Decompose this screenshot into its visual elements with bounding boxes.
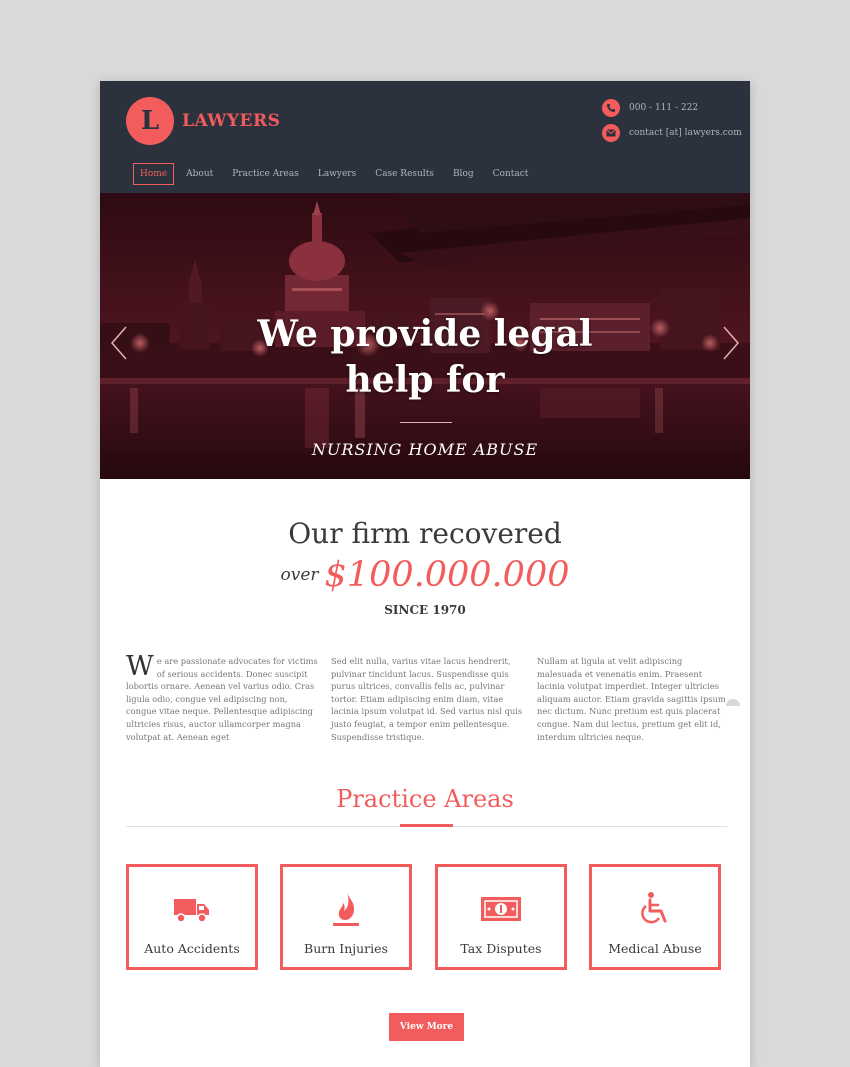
nav-item-contact[interactable]: Contact bbox=[486, 163, 536, 185]
practice-card-tax-disputes[interactable]: Tax Disputes bbox=[435, 864, 567, 970]
hero-slider: We provide legal help for NURSING HOME A… bbox=[100, 193, 750, 479]
contact-email: contact [at] lawyers.com bbox=[602, 124, 742, 142]
nav-item-practice-areas[interactable]: Practice Areas bbox=[225, 163, 306, 185]
hero-headline: We provide legal help for bbox=[100, 311, 750, 403]
side-scroll-tab[interactable] bbox=[726, 699, 740, 706]
stats-amount-row: over $100.000.000 bbox=[100, 555, 750, 595]
envelope-icon bbox=[602, 124, 620, 142]
phone-number[interactable]: 000 - 111 - 222 bbox=[629, 103, 698, 113]
nav-item-home[interactable]: Home bbox=[133, 163, 175, 185]
view-more-button[interactable]: View More bbox=[389, 1013, 464, 1041]
intro-column-3: Nullam at ligula at velit adipiscing mal… bbox=[537, 656, 726, 742]
nav-item-about[interactable]: About bbox=[179, 163, 220, 185]
truck-icon bbox=[174, 899, 209, 923]
stats-headline: Our firm recovered bbox=[288, 517, 562, 550]
nav-item-case-results[interactable]: Case Results bbox=[368, 163, 441, 185]
contact-phone: 000 - 111 - 222 bbox=[602, 99, 698, 117]
phone-icon bbox=[602, 99, 620, 117]
practice-card-auto-accidents[interactable]: Auto Accidents bbox=[126, 864, 258, 970]
site-header: L LAWYERS 000 - 111 - 222 contact [at] l… bbox=[100, 81, 750, 193]
nav-item-lawyers[interactable]: Lawyers bbox=[311, 163, 363, 185]
practice-card-medical-abuse[interactable]: Medical Abuse bbox=[589, 864, 721, 970]
wheelchair-icon bbox=[641, 892, 667, 924]
hero-headline-line1: We provide legal bbox=[257, 313, 593, 355]
money-icon bbox=[481, 897, 521, 921]
practice-card-label: Medical Abuse bbox=[608, 941, 702, 956]
hero-subtitle: NURSING HOME ABUSE bbox=[311, 440, 539, 459]
practice-card-burn-injuries[interactable]: Burn Injuries bbox=[280, 864, 412, 970]
intro-column-1: We are passionate advocates for victims … bbox=[126, 651, 318, 743]
practice-areas-title: Practice Areas bbox=[336, 785, 514, 813]
logo-letter: L bbox=[140, 106, 160, 136]
page: L LAWYERS 000 - 111 - 222 contact [at] l… bbox=[100, 81, 750, 1067]
section-divider-accent bbox=[400, 824, 453, 827]
practice-card-label: Auto Accidents bbox=[144, 941, 240, 956]
hero-headline-line2: help for bbox=[345, 359, 505, 401]
main-nav: Home About Practice Areas Lawyers Case R… bbox=[133, 163, 540, 185]
intro-column-1-text: e are passionate advocates for victims o… bbox=[126, 656, 318, 742]
intro-column-2: Sed elit nulla, varius vitae lacus hendr… bbox=[331, 656, 523, 742]
stats-prefix: over bbox=[280, 565, 319, 585]
hero-divider bbox=[400, 422, 452, 423]
practice-card-label: Tax Disputes bbox=[460, 941, 542, 956]
practice-card-label: Burn Injuries bbox=[304, 941, 388, 956]
logo-badge[interactable]: L bbox=[126, 97, 174, 145]
nav-item-blog[interactable]: Blog bbox=[446, 163, 481, 185]
email-address[interactable]: contact [at] lawyers.com bbox=[629, 128, 742, 138]
dropcap: W bbox=[126, 651, 154, 682]
stats-amount: $100.000.000 bbox=[324, 555, 570, 595]
flame-icon bbox=[333, 892, 359, 926]
brand-name[interactable]: LAWYERS bbox=[182, 111, 280, 131]
stats-since: SINCE 1970 bbox=[384, 603, 466, 617]
